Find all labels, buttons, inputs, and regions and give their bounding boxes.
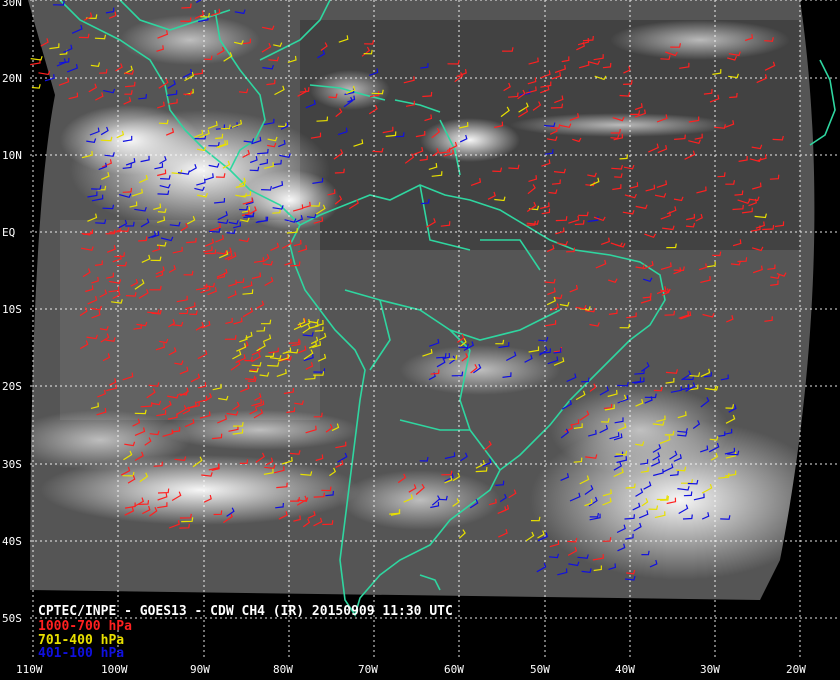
lon-label-40w: 40W [615,663,635,676]
lon-label-50w: 50W [530,663,550,676]
lon-label-70w: 70W [358,663,378,676]
legend-item-low: 1000-700 hPa [38,619,132,634]
lon-label-110w: 110W [16,663,43,676]
lat-label-10n: 10N [2,149,22,162]
lon-label-60w: 60W [444,663,464,676]
lon-label-100w: 100W [101,663,128,676]
lat-label-30s: 30S [2,458,22,471]
lat-label-eq: EQ [2,226,16,239]
lat-label-20n: 20N [2,72,22,85]
lat-label-20s: 20S [2,380,22,393]
lat-label-50s: 50S [2,612,22,625]
satellite-wind-map [0,0,840,680]
lon-label-20w: 20W [786,663,806,676]
lat-label-30n: 30N [2,0,22,9]
lon-label-80w: 80W [273,663,293,676]
lat-label-40s: 40S [2,535,22,548]
satellite-image [28,0,815,600]
product-caption: CPTEC/INPE - GOES13 - CDW CH4 (IR) 20150… [38,604,453,619]
lat-label-10s: 10S [2,303,22,316]
lon-label-90w: 90W [190,663,210,676]
legend-item-high: 401-100 hPa [38,646,125,661]
lon-label-30w: 30W [700,663,720,676]
